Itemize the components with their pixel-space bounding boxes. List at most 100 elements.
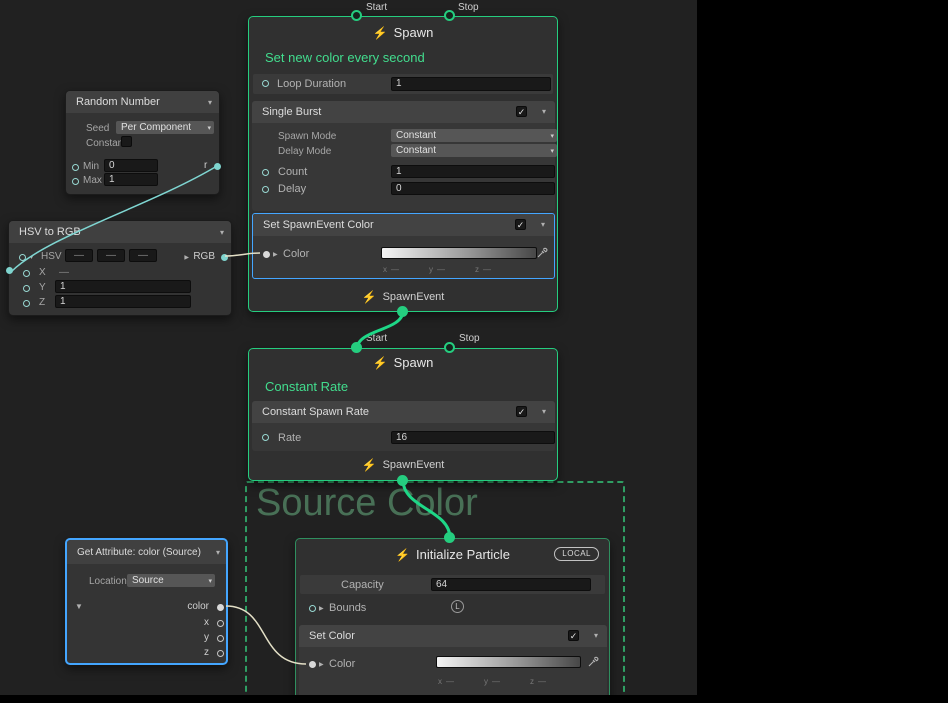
constant-spawn-rate-collapse-icon[interactable]: ▾ xyxy=(542,408,546,416)
y-output-port[interactable] xyxy=(217,635,224,642)
set-color-header[interactable]: Set Color xyxy=(299,625,607,647)
z-output-port[interactable] xyxy=(217,650,224,657)
caret-right-icon[interactable]: ▶ xyxy=(273,252,278,258)
caret-down-icon[interactable]: ▾ xyxy=(30,255,33,261)
random-number-node[interactable]: Random Number ▾ Seed Per Component ▾ Con… xyxy=(65,90,220,195)
eyedropper-icon[interactable] xyxy=(588,656,599,667)
r-output-port[interactable] xyxy=(214,163,221,170)
vfx-graph-window: Source Color ⚡ Spawn Set new color every… xyxy=(0,0,948,703)
single-burst-title: Single Burst xyxy=(262,106,321,118)
z-input-port[interactable] xyxy=(23,300,30,307)
rgb-output-port[interactable] xyxy=(221,254,228,261)
location-dropdown[interactable]: Source ▾ xyxy=(127,574,215,587)
single-burst-checkbox[interactable]: ✓ xyxy=(516,106,527,117)
loop-duration-field[interactable]: 1 xyxy=(391,77,551,91)
sub-z-label: z xyxy=(530,677,534,686)
random-number-header[interactable]: Random Number xyxy=(66,91,219,113)
count-port[interactable] xyxy=(262,169,269,176)
group-title[interactable]: Source Color xyxy=(256,482,478,525)
hsv-label: HSV xyxy=(41,251,62,262)
z-output-label: z xyxy=(204,647,209,658)
single-burst-block[interactable]: Single Burst ✓ ▾ Spawn Mode Constant ▾ D… xyxy=(252,101,555,211)
hsv-x-minifield[interactable]: — xyxy=(65,249,93,262)
hsv-to-rgb-node[interactable]: HSV to RGB ▾ ▾ HSV — — — ▶ RGB X — Y 1 Z… xyxy=(8,220,232,316)
spawn1-start-port[interactable] xyxy=(351,10,362,21)
delay-port[interactable] xyxy=(262,186,269,193)
color-port[interactable] xyxy=(309,661,316,668)
color-gradient-field[interactable] xyxy=(436,656,581,668)
lightning-icon: ⚡ xyxy=(362,459,377,471)
r-output-label: r xyxy=(204,160,207,171)
rate-port[interactable] xyxy=(262,434,269,441)
set-spawnevent-color-header[interactable]: Set SpawnEvent Color xyxy=(253,214,554,236)
capacity-field[interactable]: 64 xyxy=(431,578,591,591)
color-port[interactable] xyxy=(263,251,270,258)
spawn1-event-port[interactable] xyxy=(397,306,408,317)
node-collapse-icon[interactable]: ▾ xyxy=(216,549,220,557)
get-attribute-node[interactable]: Get Attribute: color (Source) ▾ Location… xyxy=(65,538,228,665)
node-collapse-icon[interactable]: ▾ xyxy=(208,99,212,107)
lightning-icon: ⚡ xyxy=(362,291,377,303)
seed-dropdown[interactable]: Per Component ▾ xyxy=(116,121,214,134)
set-spawnevent-color-collapse-icon[interactable]: ▾ xyxy=(541,221,545,229)
constant-spawn-rate-header[interactable]: Constant Spawn Rate xyxy=(252,401,555,423)
loop-duration-port[interactable] xyxy=(262,80,269,87)
x-input-port[interactable] xyxy=(23,270,30,277)
delay-field[interactable]: 0 xyxy=(391,182,555,195)
spawn-context-2[interactable]: ⚡ Spawn Constant Rate Constant Spawn Rat… xyxy=(248,348,558,481)
single-burst-header[interactable]: Single Burst xyxy=(252,101,555,123)
set-color-collapse-icon[interactable]: ▾ xyxy=(594,632,598,640)
set-color-block[interactable]: Set Color ✓ ▾ ▶ Color x— y— z— xyxy=(299,625,607,695)
spawn2-start-port[interactable] xyxy=(351,342,362,353)
caret-right-icon[interactable]: ▶ xyxy=(319,606,324,612)
initialize-particle-node[interactable]: ⚡ Initialize Particle LOCAL Capacity 64 … xyxy=(295,538,610,695)
hsv-to-rgb-header[interactable]: HSV to RGB xyxy=(9,221,231,243)
constant-checkbox[interactable] xyxy=(121,136,132,147)
max-field[interactable]: 1 xyxy=(104,173,158,186)
expand-caret-icon[interactable]: ▼ xyxy=(75,603,83,611)
constant-spawn-rate-checkbox[interactable]: ✓ xyxy=(516,406,527,417)
eyedropper-icon[interactable] xyxy=(537,247,548,258)
constant-spawn-rate-block[interactable]: Constant Spawn Rate ✓ ▾ Rate 16 xyxy=(252,401,555,451)
seed-value: Per Component xyxy=(121,122,191,133)
set-color-checkbox[interactable]: ✓ xyxy=(568,630,579,641)
graph-canvas[interactable]: Source Color ⚡ Spawn Set new color every… xyxy=(0,0,697,695)
count-field[interactable]: 1 xyxy=(391,165,555,178)
bounds-local-badge[interactable]: L xyxy=(451,600,464,613)
y-field[interactable]: 1 xyxy=(55,280,191,293)
set-spawnevent-color-block[interactable]: Set SpawnEvent Color ✓ ▾ ▶ Color x— y— z… xyxy=(252,213,555,279)
sub-x-value: — xyxy=(391,265,399,274)
hsv-y-minifield[interactable]: — xyxy=(97,249,125,262)
single-burst-collapse-icon[interactable]: ▾ xyxy=(542,108,546,116)
hsv-connected-edge-port[interactable] xyxy=(6,267,13,274)
color-output-port[interactable] xyxy=(217,604,224,611)
bounds-port[interactable] xyxy=(309,605,316,612)
hsv-z-minifield[interactable]: — xyxy=(129,249,157,262)
z-field[interactable]: 1 xyxy=(55,295,191,308)
caret-right-icon[interactable]: ▶ xyxy=(319,662,324,668)
spawn1-stop-port[interactable] xyxy=(444,10,455,21)
y-input-port[interactable] xyxy=(23,285,30,292)
get-attribute-header[interactable]: Get Attribute: color (Source) xyxy=(67,540,226,564)
spawn2-stop-label: Stop xyxy=(459,333,480,344)
min-port[interactable] xyxy=(72,164,79,171)
y-label: Y xyxy=(39,282,46,293)
x-output-port[interactable] xyxy=(217,620,224,627)
delay-mode-dropdown[interactable]: Constant ▾ xyxy=(391,144,557,157)
node-subtitle: Set new color every second xyxy=(265,50,425,65)
node-collapse-icon[interactable]: ▾ xyxy=(220,229,224,237)
color-gradient-field[interactable] xyxy=(381,247,537,259)
spawn-mode-dropdown[interactable]: Constant ▾ xyxy=(391,129,557,142)
set-spawnevent-color-checkbox[interactable]: ✓ xyxy=(515,219,526,230)
spawn2-event-port[interactable] xyxy=(397,475,408,486)
hsv-to-rgb-title: HSV to RGB xyxy=(19,226,81,238)
rate-field[interactable]: 16 xyxy=(391,431,555,444)
hsv-input-port[interactable] xyxy=(19,254,26,261)
max-port[interactable] xyxy=(72,178,79,185)
spawn-context-1[interactable]: ⚡ Spawn Set new color every second Loop … xyxy=(248,16,558,312)
initialize-input-port[interactable] xyxy=(444,532,455,543)
min-field[interactable]: 0 xyxy=(104,159,158,172)
spawn2-stop-port[interactable] xyxy=(444,342,455,353)
spawnevent-footer: ⚡ SpawnEvent xyxy=(249,459,557,471)
get-attribute-title: Get Attribute: color (Source) xyxy=(77,547,201,558)
